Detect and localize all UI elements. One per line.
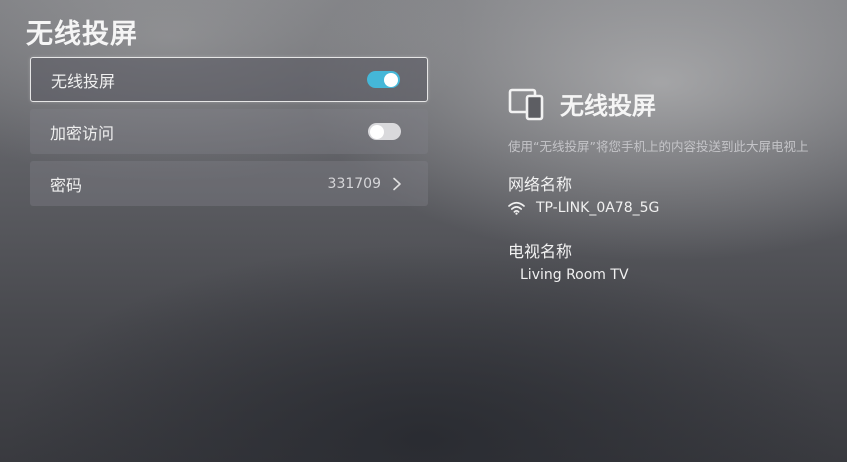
page-title: 无线投屏 xyxy=(26,19,138,50)
info-panel: 无线投屏 使用“无线投屏”将您手机上的内容投送到此大屏电视上 网络名称 TP-L… xyxy=(508,85,818,305)
tv-name-label: 电视名称 xyxy=(508,242,573,261)
chevron-right-icon xyxy=(393,177,401,190)
settings-menu: 无线投屏 加密访问 密码 331709 xyxy=(30,57,428,213)
wifi-icon xyxy=(508,201,525,215)
encrypted-access-row[interactable]: 加密访问 xyxy=(30,109,428,154)
encrypted-access-label: 加密访问 xyxy=(50,123,115,143)
network-name-value: TP-LINK_0A78_5G xyxy=(536,200,660,216)
info-header: 无线投屏 xyxy=(508,85,818,121)
wireless-cast-label: 无线投屏 xyxy=(51,71,116,91)
network-name-row: TP-LINK_0A78_5G xyxy=(508,200,818,216)
network-name-label: 网络名称 xyxy=(508,175,573,194)
password-label: 密码 xyxy=(50,175,83,195)
toggle-knob xyxy=(384,72,398,87)
wireless-cast-toggle[interactable] xyxy=(367,71,400,88)
password-value: 331709 xyxy=(327,175,381,192)
wireless-cast-row[interactable]: 无线投屏 xyxy=(30,57,428,102)
password-row[interactable]: 密码 331709 xyxy=(30,161,428,206)
tv-name-value: Living Room TV xyxy=(520,267,629,283)
screen-cast-icon xyxy=(508,88,544,121)
info-title: 无线投屏 xyxy=(560,91,656,120)
encrypted-access-toggle[interactable] xyxy=(368,123,401,140)
toggle-knob xyxy=(370,124,384,139)
info-description: 使用“无线投屏”将您手机上的内容投送到此大屏电视上 xyxy=(508,139,809,154)
